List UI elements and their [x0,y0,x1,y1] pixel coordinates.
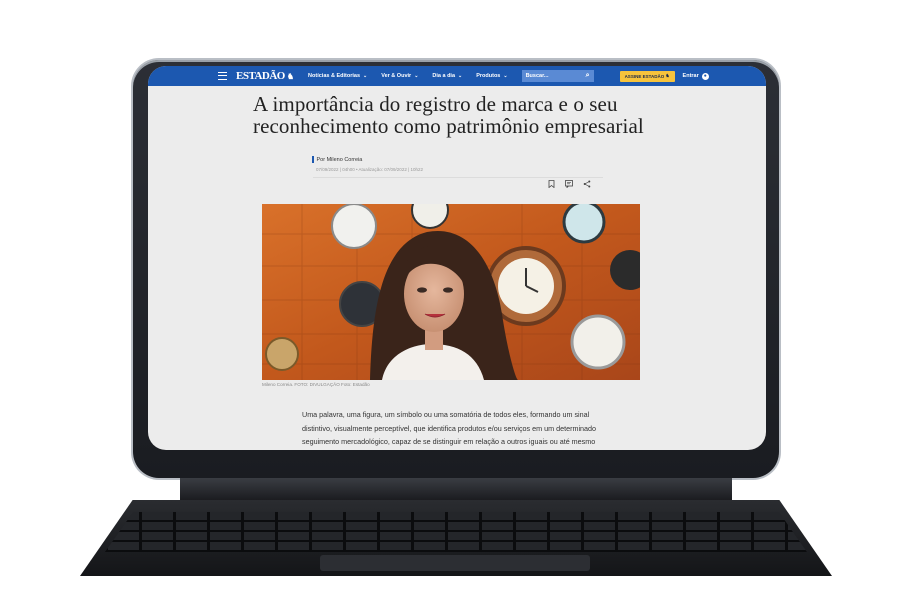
divider [313,177,603,178]
nav-item-dia-a-dia[interactable]: Dia a dia ⌄ [432,73,462,79]
chevron-down-icon: ⌄ [458,73,463,79]
menu-icon[interactable] [218,72,227,80]
tablet-screen: ESTADÃO ♞ Notícias & Editorias ⌄ Ver & Ou… [148,66,766,450]
comment-icon[interactable] [565,180,573,190]
search-icon[interactable]: ⌕ [586,72,590,80]
photo-caption: Mileno Correia. FOTO: DIVULGAÇÃO Foto: E… [262,382,370,387]
subscribe-label: ASSINE ESTADÃO [624,73,665,79]
article-photo [262,204,640,380]
nav-item-label: Produtos [476,73,501,79]
chevron-down-icon: ⌄ [414,73,419,79]
subscribe-button[interactable]: ASSINE ESTADÃO ♞ [619,70,675,82]
byline-accent [312,156,314,163]
keyboard-hinge [180,478,732,500]
bookmark-icon[interactable] [548,180,555,190]
article-tools [548,180,591,190]
article-byline: Por Mileno Correia [312,156,362,163]
logo-horse-icon: ♞ [286,71,295,81]
nav-item-label: Notícias & Editorias [308,73,361,79]
keyboard-keys [105,512,807,552]
nav-item-ver-ouvir[interactable]: Ver & Ouvir ⌄ [381,73,418,79]
chevron-down-icon: ⌄ [363,73,368,79]
site-logo[interactable]: ESTADÃO [236,70,285,82]
article-headline: A importância do registro de marca e o s… [253,92,644,138]
article-dates: 07/09/2022 | 04h00 • Atualização: 07/09/… [316,167,424,172]
trackpad [320,555,590,571]
login-button[interactable]: Entrar ● [682,72,709,80]
nav-item-label: Ver & Ouvir [381,73,412,79]
search-placeholder: Buscar... [525,73,549,79]
login-label: Entrar [682,73,699,79]
byline-author[interactable]: Por Mileno Correia [317,157,363,163]
nav-item-produtos[interactable]: Produtos ⌄ [476,73,507,79]
top-navbar: ESTADÃO ♞ Notícias & Editorias ⌄ Ver & Ou… [148,66,766,86]
share-icon[interactable] [583,180,591,190]
search-input[interactable]: Buscar... ⌕ [521,70,594,82]
horse-icon: ♞ [665,73,670,78]
nav-item-noticias[interactable]: Notícias & Editorias ⌄ [308,73,367,79]
chevron-down-icon: ⌄ [503,73,508,79]
article-body: Uma palavra, uma figura, um símbolo ou u… [302,410,597,447]
nav-item-label: Dia a dia [432,73,456,79]
user-icon: ● [701,72,709,80]
